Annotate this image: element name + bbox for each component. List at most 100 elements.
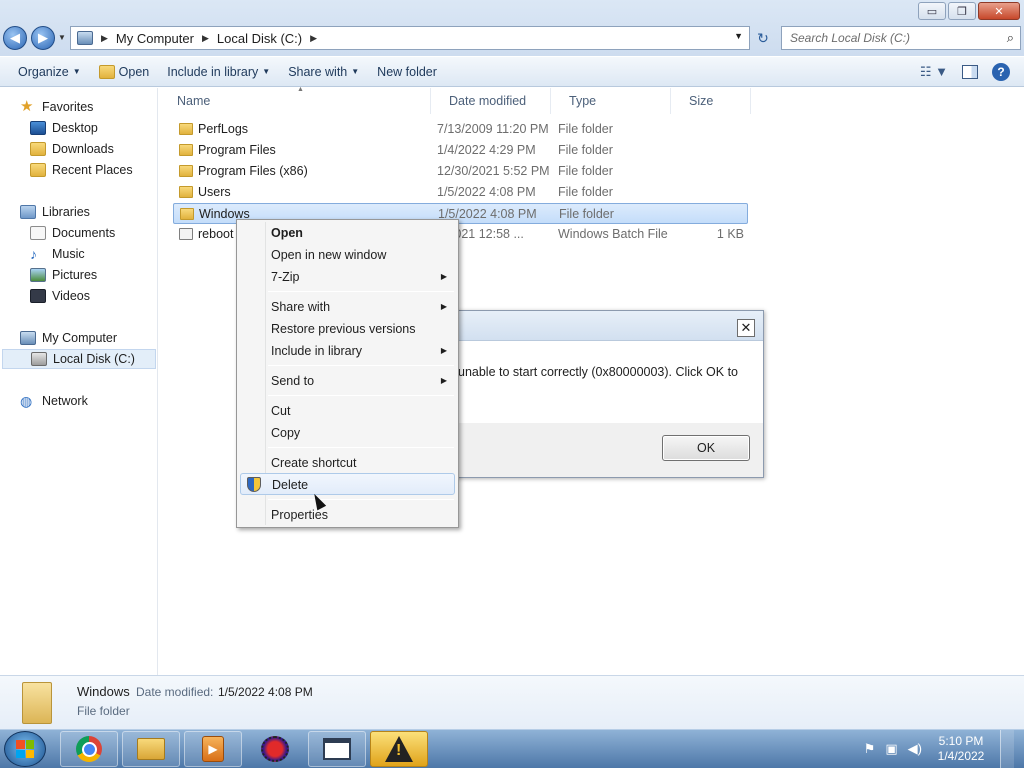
include-label: Include in library	[167, 64, 259, 79]
menu-separator	[268, 499, 454, 500]
column-header-size[interactable]: Size	[671, 88, 751, 114]
back-button[interactable]: ◀	[3, 26, 27, 50]
close-icon: ✕	[740, 320, 752, 335]
address-bar[interactable]: ▶ My Computer ▶ Local Disk (C:) ▶ ▼	[70, 26, 750, 50]
breadcrumb-local-disk[interactable]: Local Disk (C:)	[217, 31, 302, 46]
menu-item-open[interactable]: Open	[240, 222, 455, 244]
dialog-close-button[interactable]: ✕	[737, 319, 755, 337]
clock[interactable]: 5:10 PM 1/4/2022	[932, 734, 990, 764]
menu-item-include-in-library[interactable]: Include in library ▶	[240, 340, 455, 362]
breadcrumb-my-computer[interactable]: My Computer	[116, 31, 194, 46]
forward-button[interactable]: ▶	[31, 26, 55, 50]
network-icon[interactable]: ▣	[885, 741, 897, 757]
table-row[interactable]: Program Files 1/4/2022 4:29 PM File folder	[173, 140, 748, 161]
file-name: PerfLogs	[198, 122, 249, 136]
organize-button[interactable]: Organize ▼	[18, 65, 81, 79]
breadcrumb-separator-icon[interactable]: ▶	[202, 33, 209, 44]
breadcrumb-separator-icon[interactable]: ▶	[310, 33, 317, 44]
menu-item-restore-previous-versions[interactable]: Restore previous versions	[240, 318, 455, 340]
sidebar-item-my-computer[interactable]: My Computer	[20, 328, 117, 348]
column-header-date[interactable]: Date modified	[431, 88, 551, 114]
sidebar-item-videos[interactable]: Videos	[30, 286, 90, 306]
menu-item-properties[interactable]: Properties	[240, 504, 455, 526]
chevron-down-icon: ▼	[262, 67, 271, 76]
maximize-button[interactable]: ❐	[948, 2, 976, 20]
chevron-down-icon: ▼	[351, 67, 360, 76]
refresh-button[interactable]: ↻	[752, 26, 774, 50]
sidebar-item-libraries[interactable]: Libraries	[20, 202, 90, 222]
sidebar-item-desktop[interactable]: Desktop	[30, 118, 98, 138]
music-note-icon: ♪	[30, 246, 37, 262]
close-button[interactable]: ✕	[978, 2, 1020, 20]
taskbar-window[interactable]	[308, 731, 366, 767]
recent-places-icon	[30, 163, 46, 177]
batch-file-icon	[179, 228, 193, 240]
menu-item-delete[interactable]: Delete	[240, 473, 455, 495]
sidebar-item-local-disk[interactable]: Local Disk (C:)	[2, 349, 156, 369]
computer-icon	[20, 331, 36, 345]
sidebar-item-network[interactable]: ◍ Network	[20, 391, 88, 411]
folder-icon	[180, 208, 194, 220]
submenu-arrow-icon: ▶	[440, 302, 447, 311]
breadcrumb-separator-icon[interactable]: ▶	[101, 33, 108, 44]
details-item-type: File folder	[77, 704, 130, 718]
volume-icon[interactable]: ◀)	[908, 741, 922, 757]
search-input[interactable]: Search Local Disk (C:) ⌕	[781, 26, 1021, 50]
menu-item-cut[interactable]: Cut	[240, 400, 455, 422]
sidebar-item-documents[interactable]: Documents	[30, 223, 115, 243]
file-name: Users	[198, 185, 231, 199]
menu-item-7zip[interactable]: 7-Zip ▶	[240, 266, 455, 288]
menu-item-send-to[interactable]: Send to ▶	[240, 370, 455, 392]
ok-button[interactable]: OK	[662, 435, 750, 461]
sidebar-item-recent-places[interactable]: Recent Places	[30, 160, 133, 180]
taskbar-app[interactable]	[246, 731, 304, 767]
menu-item-open-new-window[interactable]: Open in new window	[240, 244, 455, 266]
dialog-message: unable to start correctly (0x80000003). …	[458, 365, 738, 379]
sidebar-label: Videos	[52, 289, 90, 303]
taskbar-media-player[interactable]: ▶	[184, 731, 242, 767]
sidebar-item-music[interactable]: ♪ Music	[30, 244, 85, 264]
preview-pane-icon[interactable]	[962, 65, 978, 79]
column-header-name[interactable]: Name ▲	[159, 86, 431, 114]
share-with-button[interactable]: Share with ▼	[288, 65, 359, 79]
recent-pages-dropdown[interactable]: ▼	[58, 33, 66, 42]
start-button[interactable]	[4, 731, 46, 767]
sidebar-item-favorites[interactable]: ★ Favorites	[20, 97, 93, 117]
sidebar-label: Desktop	[52, 121, 98, 135]
table-row[interactable]: Program Files (x86) 12/30/2021 5:52 PM Fil…	[173, 161, 748, 182]
taskbar-explorer[interactable]	[122, 731, 180, 767]
documents-icon	[30, 226, 46, 240]
column-header-type[interactable]: Type	[551, 88, 671, 114]
menu-item-copy[interactable]: Copy	[240, 422, 455, 444]
file-name: Program Files (x86)	[198, 164, 308, 178]
menu-item-share-with[interactable]: Share with ▶	[240, 296, 455, 318]
forward-arrow-icon: ▶	[38, 30, 48, 45]
sidebar-item-pictures[interactable]: Pictures	[30, 265, 97, 285]
table-row[interactable]: PerfLogs 7/13/2009 11:20 PM File folder	[173, 119, 748, 140]
sidebar-label: Music	[52, 247, 85, 261]
address-history-dropdown[interactable]: ▼	[734, 31, 743, 41]
sidebar-item-downloads[interactable]: Downloads	[30, 139, 114, 159]
chrome-icon	[76, 736, 102, 762]
star-icon: ★	[20, 98, 34, 115]
open-button[interactable]: Open	[98, 64, 149, 79]
change-view-icon[interactable]: ☷ ▼	[920, 64, 948, 80]
action-center-flag-icon[interactable]: ⚑	[864, 741, 876, 757]
file-explorer-icon	[137, 738, 165, 760]
title-bar: ▭ ❐ ✕ ◀ ▶ ▼ ▶ My Computer ▶ Local Disk (…	[0, 0, 1024, 56]
computer-icon	[77, 31, 93, 45]
taskbar-error-dialog[interactable]	[370, 731, 428, 767]
file-type: File folder	[558, 185, 613, 199]
minimize-button[interactable]: ▭	[918, 2, 946, 20]
help-icon[interactable]: ?	[992, 63, 1010, 81]
search-icon[interactable]: ⌕	[1007, 30, 1014, 46]
show-desktop-button[interactable]	[1000, 730, 1014, 768]
new-folder-button[interactable]: New folder	[377, 65, 437, 79]
include-in-library-button[interactable]: Include in library ▼	[167, 65, 270, 79]
menu-item-create-shortcut[interactable]: Create shortcut	[240, 452, 455, 474]
details-date-value: 1/5/2022 4:08 PM	[218, 685, 313, 699]
taskbar-chrome[interactable]	[60, 731, 118, 767]
table-row[interactable]: Users 1/5/2022 4:08 PM File folder	[173, 182, 748, 203]
window-icon	[323, 738, 351, 760]
sidebar-label: Network	[42, 394, 88, 408]
